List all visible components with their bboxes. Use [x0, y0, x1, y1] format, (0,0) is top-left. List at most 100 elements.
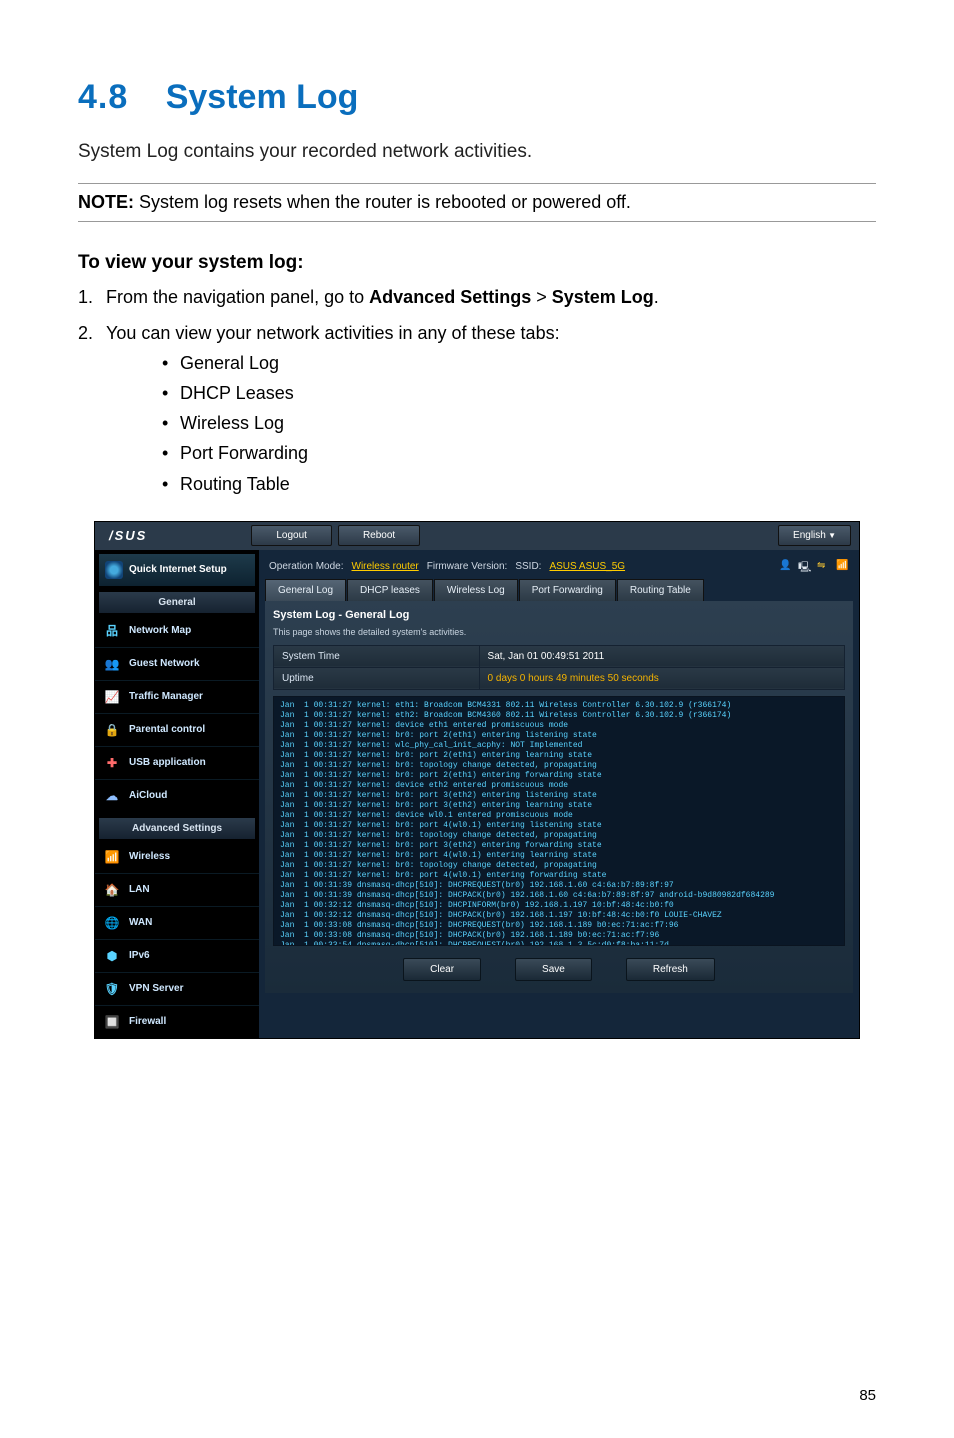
- uptime-value: 0 days 0 hours 49 minutes 50 seconds: [479, 667, 844, 689]
- vpn-icon: 🛡: [103, 980, 121, 998]
- qis-icon: [105, 561, 123, 579]
- sidebar-item-firewall[interactable]: 🔲 Firewall: [95, 1005, 259, 1038]
- top-bar: /SUS Logout Reboot English: [95, 522, 859, 550]
- tab-wireless-log[interactable]: Wireless Log: [434, 579, 518, 601]
- language-select[interactable]: English: [778, 525, 851, 546]
- steps-list: 1. From the navigation panel, go to Adva…: [78, 284, 876, 497]
- table-row: Uptime 0 days 0 hours 49 minutes 50 seco…: [274, 667, 845, 689]
- firewall-icon: 🔲: [103, 1013, 121, 1031]
- sidebar-item-ipv6[interactable]: ⬢ IPv6: [95, 939, 259, 972]
- sidebar-item-wan[interactable]: 🌐 WAN: [95, 906, 259, 939]
- section-title: System Log: [166, 78, 359, 116]
- logout-button[interactable]: Logout: [251, 525, 332, 546]
- tab-port-forwarding[interactable]: Port Forwarding: [519, 579, 616, 601]
- sidebar-item-label: IPv6: [129, 950, 150, 961]
- sidebar-item-vpn-server[interactable]: 🛡 VPN Server: [95, 972, 259, 1005]
- wan-icon: 🌐: [103, 914, 121, 932]
- wifi-status-icon[interactable]: 📶: [836, 560, 849, 573]
- step-1-pre: From the navigation panel, go to: [106, 287, 369, 307]
- clear-button[interactable]: Clear: [403, 958, 481, 981]
- asus-logo: /SUS: [95, 528, 161, 543]
- step-1: 1. From the navigation panel, go to Adva…: [78, 284, 876, 310]
- step-1-post: .: [654, 287, 659, 307]
- usb-status-icon[interactable]: ⇋: [817, 560, 830, 573]
- network-icon[interactable]: 🖳: [798, 560, 811, 573]
- sidebar-item-label: Parental control: [129, 724, 205, 735]
- sidebar-item-label: AiCloud: [129, 790, 167, 801]
- uptime-label: Uptime: [274, 667, 480, 689]
- sidebar-item-label: WAN: [129, 917, 152, 928]
- uptime-seconds: 50 seconds: [608, 673, 659, 684]
- panel-description: This page shows the detailed system's ac…: [273, 627, 845, 637]
- panel: System Log - General Log This page shows…: [265, 601, 853, 993]
- tab-general-log[interactable]: General Log: [265, 579, 346, 601]
- bullet-general: General Log: [162, 350, 876, 376]
- log-content: Jan 1 00:31:27 kernel: eth1: Broadcom BC…: [280, 701, 838, 946]
- quick-internet-setup[interactable]: Quick Internet Setup: [99, 554, 255, 586]
- tabs-bullet-list: General Log DHCP Leases Wireless Log Por…: [162, 350, 876, 496]
- sidebar-item-wireless[interactable]: 📶Wireless: [95, 841, 259, 873]
- intro-text: System Log contains your recorded networ…: [78, 141, 876, 163]
- page-number: 85: [859, 1387, 876, 1404]
- qis-label: Quick Internet Setup: [129, 564, 227, 575]
- sidebar-item-label: Firewall: [129, 1016, 166, 1027]
- bullet-wireless: Wireless Log: [162, 410, 876, 436]
- bullet-portfwd: Port Forwarding: [162, 440, 876, 466]
- guest-network-icon: 👥: [103, 655, 121, 673]
- uptime-minutes: 49 minutes: [556, 673, 608, 684]
- panel-title: System Log - General Log: [273, 609, 845, 621]
- shot-body: Quick Internet Setup General 品Network Ma…: [95, 550, 859, 1038]
- ssid-value[interactable]: ASUS ASUS_5G: [549, 561, 625, 572]
- tab-row: General Log DHCP leases Wireless Log Por…: [265, 579, 853, 601]
- reboot-button[interactable]: Reboot: [338, 525, 420, 546]
- note-text: System log resets when the router is reb…: [134, 192, 631, 212]
- tab-dhcp-leases[interactable]: DHCP leases: [347, 579, 433, 601]
- router-screenshot: /SUS Logout Reboot English Quick Interne…: [94, 521, 860, 1039]
- firmware-label: Firmware Version:: [427, 561, 508, 572]
- tab-routing-table[interactable]: Routing Table: [617, 579, 704, 601]
- mode-value[interactable]: Wireless router: [352, 561, 419, 572]
- sidebar-item-lan[interactable]: 🏠LAN: [95, 873, 259, 906]
- sidebar-item-label: VPN Server: [129, 983, 183, 994]
- sidebar-item-traffic-manager[interactable]: 📈Traffic Manager: [95, 680, 259, 713]
- sidebar-item-label: USB application: [129, 757, 206, 768]
- top-buttons: Logout Reboot: [251, 525, 420, 546]
- sidebar-item-network-map[interactable]: 品 Network Map: [95, 615, 259, 647]
- sidebar-item-usb-application[interactable]: ✚ USB application: [95, 746, 259, 779]
- step-1-advanced: Advanced Settings: [369, 287, 531, 307]
- content-pane: Operation Mode: Wireless router Firmware…: [259, 550, 859, 1038]
- log-textarea[interactable]: Jan 1 00:31:27 kernel: eth1: Broadcom BC…: [273, 696, 845, 946]
- info-table: System Time Sat, Jan 01 00:49:51 2011 Up…: [273, 645, 845, 690]
- table-row: System Time Sat, Jan 01 00:49:51 2011: [274, 645, 845, 667]
- parental-control-icon: 🔒: [103, 721, 121, 739]
- step-1-gt: >: [531, 287, 552, 307]
- sidebar-item-aicloud[interactable]: ☁AiCloud: [95, 779, 259, 812]
- ipv6-icon: ⬢: [103, 947, 121, 965]
- panel-buttons: Clear Save Refresh: [273, 946, 845, 985]
- usb-icon: ✚: [103, 754, 121, 772]
- bullet-dhcp: DHCP Leases: [162, 380, 876, 406]
- sidebar-advanced-header: Advanced Settings: [99, 818, 255, 839]
- network-map-icon: 品: [103, 622, 121, 640]
- sidebar: Quick Internet Setup General 品Network Ma…: [95, 550, 259, 1038]
- bullet-routing: Routing Table: [162, 471, 876, 497]
- sidebar-item-label: Guest Network: [129, 658, 200, 669]
- ssid-label: SSID:: [515, 561, 541, 572]
- sidebar-item-label: Network Map: [129, 625, 191, 636]
- sidebar-item-guest-network[interactable]: 👥 Guest Network: [95, 647, 259, 680]
- system-time-value: Sat, Jan 01 00:49:51 2011: [479, 645, 844, 667]
- uptime-hours: 0 hours: [520, 673, 556, 684]
- system-time-label: System Time: [274, 645, 480, 667]
- step-2: 2. You can view your network activities …: [78, 320, 876, 497]
- note-label: NOTE:: [78, 192, 134, 212]
- sidebar-item-parental-control[interactable]: 🔒 Parental control: [95, 713, 259, 746]
- step-2-number: 2.: [78, 320, 93, 346]
- note-box: NOTE: System log resets when the router …: [78, 183, 876, 222]
- step-1-number: 1.: [78, 284, 93, 310]
- uptime-days: 0 days: [488, 673, 520, 684]
- save-button[interactable]: Save: [515, 958, 592, 981]
- refresh-button[interactable]: Refresh: [626, 958, 715, 981]
- sub-heading: To view your system log:: [78, 252, 876, 274]
- user-icon[interactable]: 👤: [779, 560, 792, 573]
- sidebar-item-label: Traffic Manager: [129, 691, 203, 702]
